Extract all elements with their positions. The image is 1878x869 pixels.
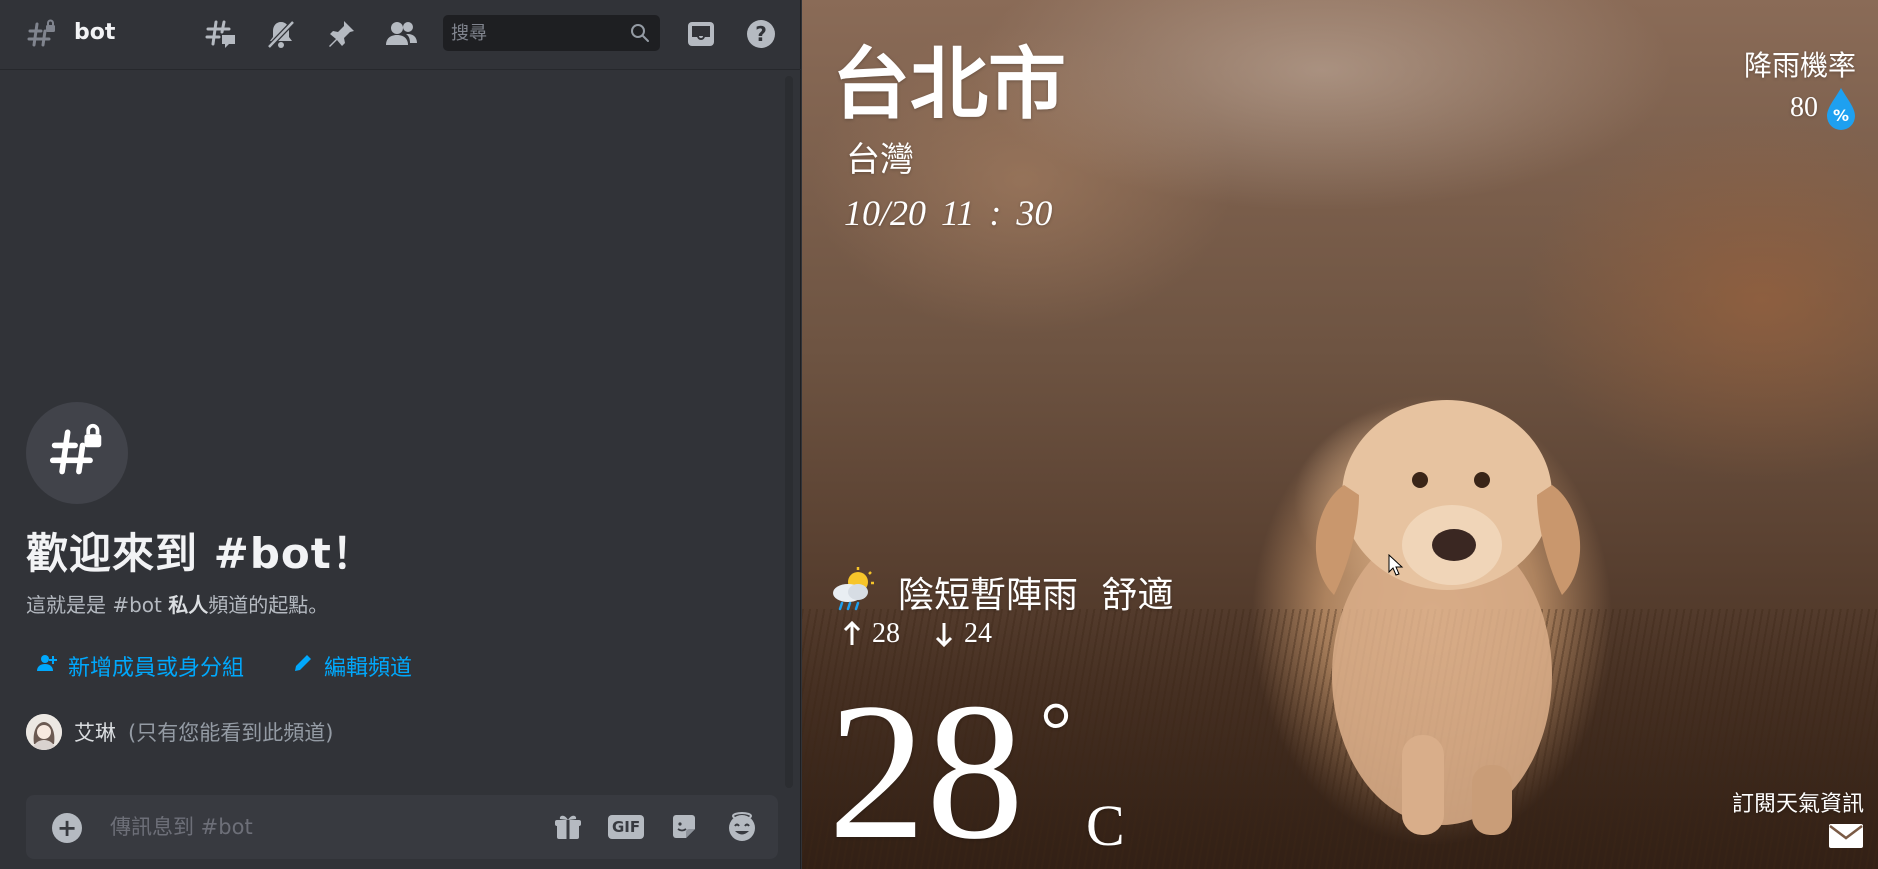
gift-icon[interactable] [550, 809, 586, 845]
gif-button[interactable]: GIF [607, 809, 645, 845]
welcome-subtitle-prefix: 這就是是 #bot [26, 593, 169, 617]
add-person-icon [36, 652, 58, 680]
edit-channel-label: 編輯頻道 [324, 656, 413, 681]
rain-chance-value: 80 [1790, 92, 1818, 123]
weather-widget: 台北市 台灣 10/20 11 : 30 降雨機率 80 % 陰短暫陣雨 舒適 … [802, 0, 1878, 869]
high-temperature: 28 [872, 618, 900, 649]
search-input[interactable] [451, 15, 621, 51]
degree-symbol: ° [1040, 687, 1072, 775]
current-temperature: 28 [828, 663, 1024, 869]
country-name: 台灣 [846, 140, 914, 180]
mouse-cursor [1388, 554, 1404, 576]
channel-name: bot [74, 20, 116, 45]
rain-chance-label: 降雨機率 [1743, 49, 1856, 82]
welcome-subtitle-suffix: 頻道的起點。 [208, 593, 329, 617]
gif-label: GIF [607, 815, 645, 839]
add-member-button[interactable]: 新增成員或身分組 [36, 650, 244, 682]
welcome-subtitle-private: 私人 [168, 593, 209, 617]
weather-condition: 陰短暫陣雨 舒適 [898, 575, 1174, 616]
message-input[interactable] [110, 807, 530, 847]
edit-channel-button[interactable]: 編輯頻道 [292, 650, 412, 682]
channel-header: bot ? [0, 0, 801, 70]
chat-scrollbar[interactable] [785, 76, 793, 788]
arrow-up-icon [843, 621, 861, 645]
search-box[interactable] [443, 15, 660, 51]
pin-icon[interactable] [323, 16, 359, 52]
bell-muted-icon[interactable] [263, 16, 299, 52]
water-drop-icon: % [1827, 88, 1855, 130]
arrow-down-icon [935, 623, 953, 647]
add-member-label: 新增成員或身分組 [68, 656, 245, 681]
hashtag-lock-icon [24, 16, 60, 52]
help-icon[interactable]: ? [743, 16, 779, 52]
rain-unit: % [1833, 106, 1849, 125]
mail-icon[interactable] [1828, 823, 1864, 849]
avatar[interactable] [26, 714, 62, 750]
members-icon[interactable] [383, 16, 419, 52]
add-attachment-button[interactable]: + [52, 813, 82, 843]
puppy-photo [1315, 400, 1581, 835]
threads-icon[interactable] [203, 16, 239, 52]
temperature-unit: C [1086, 793, 1125, 858]
message-composer: + GIF [26, 795, 778, 859]
svg-text:?: ? [755, 22, 767, 46]
emoji-icon[interactable] [724, 809, 760, 845]
channel-welcome-badge [26, 402, 128, 504]
discord-channel-pane: bot ? 歡迎來到 #bot！ 這就是 [0, 0, 801, 869]
cloud-sun-rain-icon [833, 567, 874, 611]
inbox-icon[interactable] [683, 16, 719, 52]
owner-name[interactable]: 艾琳 [74, 717, 116, 747]
welcome-title: 歡迎來到 #bot！ [26, 529, 375, 578]
hashtag-lock-icon [49, 423, 105, 483]
subscribe-label: 訂閱天氣資訊 [1731, 792, 1864, 817]
city-name: 台北市 [832, 40, 1067, 130]
sticker-icon[interactable] [666, 809, 702, 845]
welcome-subtitle: 這就是是 #bot 私人頻道的起點。 [26, 589, 328, 618]
channel-owner-row: 艾琳 (只有您能看到此頻道) [26, 714, 333, 750]
pencil-icon [292, 652, 314, 680]
owner-visibility-note: (只有您能看到此頻道) [128, 721, 334, 745]
low-temperature: 24 [964, 618, 992, 649]
date-time: 10/20 11 : 30 [844, 193, 1053, 233]
high-low-temperature: 28 24 [842, 618, 992, 650]
search-icon [630, 23, 650, 47]
